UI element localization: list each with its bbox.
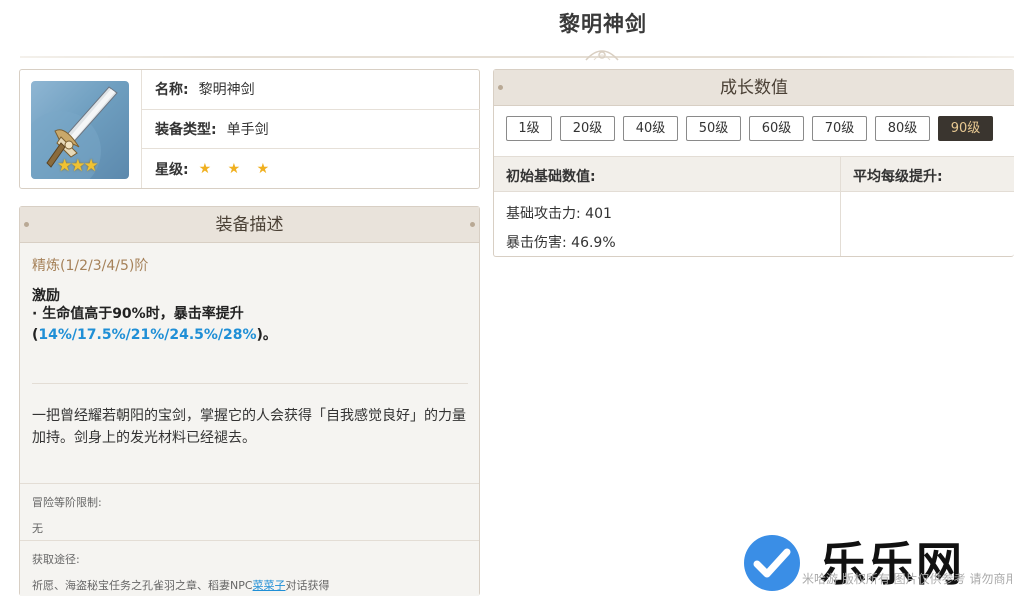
thumb-rarity-stars: ★★★ xyxy=(57,156,99,176)
adventure-rank-label: 冒险等阶限制: xyxy=(32,496,102,509)
description-panel: 装备描述 精炼(1/2/3/4/5)阶 激励 · 生命值高于90%时，暴击率提升… xyxy=(19,206,480,596)
base-attack: 基础攻击力: 401 xyxy=(506,206,612,222)
growth-title: 成长数值 xyxy=(720,78,788,98)
watermark-small-text: 米哈游 版权所有 图片仅供参考 请勿商用 xyxy=(802,572,1012,586)
weapon-attributes: 名称: 黎明神剑 装备类型: 单手剑 星级: ★ ★ ★ xyxy=(141,70,480,188)
page-title: 黎明神剑 xyxy=(559,12,647,36)
rarity-row: 星级: ★ ★ ★ xyxy=(142,149,480,189)
source-text: 祈愿、海盗秘宝任务之孔雀羽之章、稻妻NPC菜菜子对话获得 xyxy=(32,577,467,593)
type-label: 装备类型: xyxy=(155,121,217,138)
name-value: 黎明神剑 xyxy=(198,82,255,99)
base-stats-values: 基础攻击力: 401 暴击伤害: 46.9% xyxy=(506,200,616,258)
growth-panel: 成长数值 1级 20级 40级 50级 60级 70级 80级 90级 初始基础… xyxy=(493,69,1014,257)
growth-pin-left-icon xyxy=(498,85,503,90)
level-button-70[interactable]: 70级 xyxy=(812,116,867,141)
passive-name: 激励 xyxy=(32,288,60,304)
column-divider xyxy=(840,156,841,256)
weapon-info-panel: ★★★ 名称: 黎明神剑 装备类型: 单手剑 星级: ★ ★ ★ xyxy=(19,69,480,189)
level-button-50[interactable]: 50级 xyxy=(686,116,741,141)
growth-header: 成长数值 xyxy=(494,70,1014,106)
description-header: 装备描述 xyxy=(20,207,479,243)
header-pin-left-icon xyxy=(24,222,29,227)
avg-growth-header: 平均每级提升: xyxy=(853,169,943,185)
stat-table-header: 初始基础数值: 平均每级提升: xyxy=(494,156,1014,192)
weapon-page: 黎明神剑 ★★★ 名称: 黎明神剑 装备类型: 单手剑 星级: ★ ★ ★ 装备… xyxy=(0,0,1014,600)
crit-damage: 暴击伤害: 46.9% xyxy=(506,235,616,251)
name-row: 名称: 黎明神剑 xyxy=(142,70,480,110)
refinement-label: 精炼(1/2/3/4/5)阶 xyxy=(32,258,149,274)
base-stats-header: 初始基础数值: xyxy=(506,169,596,185)
level-button-90[interactable]: 90级 xyxy=(938,116,993,141)
passive-suffix: )。 xyxy=(256,327,277,343)
weapon-image: ★★★ xyxy=(31,81,129,179)
divider xyxy=(32,383,468,384)
level-button-40[interactable]: 40级 xyxy=(623,116,678,141)
type-value: 单手剑 xyxy=(226,121,269,138)
name-label: 名称: xyxy=(155,82,189,99)
level-button-20[interactable]: 20级 xyxy=(560,116,615,141)
title-divider xyxy=(20,56,1014,58)
title-ornament-icon xyxy=(585,50,619,61)
description-title: 装备描述 xyxy=(215,215,284,235)
source-block: 获取途径: 祈愿、海盗秘宝任务之孔雀羽之章、稻妻NPC菜菜子对话获得 xyxy=(20,540,479,596)
watermark-logo-icon xyxy=(744,535,800,591)
level-button-60[interactable]: 60级 xyxy=(749,116,804,141)
source-label: 获取途径: xyxy=(32,553,80,566)
passive-values: 14%/17.5%/21%/24.5%/28% xyxy=(38,327,257,343)
level-button-1[interactable]: 1级 xyxy=(506,116,552,141)
adventure-rank-block: 冒险等阶限制: 无 xyxy=(20,483,479,540)
lore-text: 一把曾经耀若朝阳的宝剑，掌握它的人会获得「自我感觉良好」的力量加持。剑身上的发光… xyxy=(32,408,466,446)
type-row: 装备类型: 单手剑 xyxy=(142,110,480,149)
level-button-80[interactable]: 80级 xyxy=(875,116,930,141)
rarity-stars: ★ ★ ★ xyxy=(198,160,276,177)
npc-link[interactable]: 菜菜子 xyxy=(253,579,286,592)
adventure-rank-value: 无 xyxy=(32,522,43,535)
passive-effect: · 生命值高于90%时，暴击率提升(14%/17.5%/21%/24.5%/28… xyxy=(32,304,468,346)
source-prefix: 祈愿、海盗秘宝任务之孔雀羽之章、稻妻NPC xyxy=(32,579,253,592)
header-pin-right-icon xyxy=(470,222,475,227)
source-suffix: 对话获得 xyxy=(285,579,330,592)
level-selector: 1级 20级 40级 50级 60级 70级 80级 90级 xyxy=(506,116,1001,141)
rarity-label: 星级: xyxy=(155,161,189,178)
